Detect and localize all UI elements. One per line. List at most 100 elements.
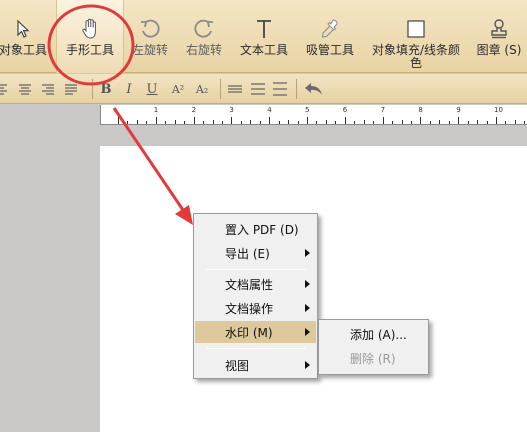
justify-icon xyxy=(65,84,77,95)
fill-color-button[interactable]: 对象填充/线条颜色 xyxy=(368,0,464,73)
watermark-submenu: 添加 (A)... 删除 (R) xyxy=(318,319,429,375)
line-spacing-medium-icon xyxy=(251,83,265,95)
ruler-tick xyxy=(344,117,346,124)
ruler-tick xyxy=(118,117,119,124)
ruler-tick xyxy=(325,120,327,124)
ruler-tick xyxy=(231,117,233,124)
ruler-tick xyxy=(448,121,450,124)
menu-item-document-properties[interactable]: 文档属性 xyxy=(195,273,316,295)
line-spacing-wide-icon xyxy=(273,82,287,96)
undo-button[interactable] xyxy=(303,80,325,98)
object-tool-button[interactable]: 对象工具 xyxy=(0,0,52,73)
bold-button[interactable]: B xyxy=(99,80,113,98)
eyedropper-icon xyxy=(319,18,341,40)
align-center-icon xyxy=(19,84,31,95)
ruler-tick xyxy=(259,121,261,124)
undo-arrow-icon xyxy=(305,83,322,95)
menu-item-delete-watermark: 删除 (R) xyxy=(350,351,396,366)
ruler-tick xyxy=(146,121,148,124)
ruler-tick xyxy=(155,117,157,124)
align-right-button[interactable] xyxy=(40,80,56,98)
ruler-tick xyxy=(467,121,469,124)
line-spacing-single-icon xyxy=(228,85,242,93)
ruler-tick xyxy=(184,121,186,124)
ruler-number: 5 xyxy=(305,106,310,114)
format-toolbar: B I U A² A₂ xyxy=(0,74,527,104)
ruler-tick xyxy=(193,117,195,124)
ruler-tick xyxy=(240,121,242,124)
subscript-button[interactable]: A₂ xyxy=(192,80,212,98)
italic-button[interactable]: I xyxy=(122,80,136,98)
ruler-tick xyxy=(335,121,337,124)
stamp-button[interactable]: 图章 (S) xyxy=(474,0,524,73)
justify-button[interactable] xyxy=(63,80,79,98)
main-toolbar: 对象工具 手形工具 左旋转 右旋转 文本工具 吸管工具 对象填充/线条颜色 图章… xyxy=(0,0,527,73)
ruler-tick xyxy=(354,121,356,124)
ruler-tick xyxy=(221,121,223,124)
menu-item-add-watermark[interactable]: 添加 (A)... xyxy=(320,323,427,345)
text-tool-icon xyxy=(253,18,275,40)
ruler-tick xyxy=(212,120,214,124)
submenu-arrow-icon xyxy=(305,249,310,257)
submenu-arrow-icon xyxy=(305,304,310,312)
ruler-number: 2 xyxy=(191,106,197,114)
ruler-tick xyxy=(410,121,412,124)
ruler-tick xyxy=(458,117,460,124)
context-menu: 置入 PDF (D) 导出 (E) 文档属性 文档操作 水印 (M) 视图 xyxy=(193,213,318,379)
line-spacing-medium-button[interactable] xyxy=(250,80,266,98)
ruler-tick xyxy=(203,121,205,124)
eyedropper-tool-button[interactable]: 吸管工具 xyxy=(302,0,358,73)
separator xyxy=(296,79,297,99)
ruler-tick xyxy=(401,120,403,124)
ruler-tick xyxy=(392,121,394,124)
menu-item-place-pdf[interactable]: 置入 PDF (D) xyxy=(195,218,316,240)
hand-tool-button[interactable]: 手形工具 xyxy=(56,0,124,73)
align-right-icon xyxy=(42,84,54,95)
submenu-arrow-icon xyxy=(305,280,310,288)
horizontal-ruler: 1 2 3 4 5 6 7 8 9 10 xyxy=(100,105,527,125)
rotate-left-icon xyxy=(139,18,161,40)
ruler-number: 8 xyxy=(418,106,423,114)
ruler-number: 4 xyxy=(267,106,272,114)
hand-icon xyxy=(79,18,101,40)
ruler-tick xyxy=(505,121,507,124)
separator xyxy=(220,79,221,99)
ruler-tick xyxy=(439,120,441,124)
ruler-tick xyxy=(382,117,384,124)
rotate-left-button[interactable]: 左旋转 xyxy=(126,0,174,73)
underline-button[interactable]: U xyxy=(145,80,159,98)
ruler-tick xyxy=(250,120,252,124)
menu-item-watermark[interactable]: 水印 (M) xyxy=(195,321,316,343)
ruler-number: 6 xyxy=(342,106,348,114)
ruler-tick xyxy=(269,117,271,124)
menu-item-view[interactable]: 视图 xyxy=(195,354,316,376)
rotate-right-button[interactable]: 右旋转 xyxy=(180,0,228,73)
ruler-tick xyxy=(165,121,167,124)
ruler-tick xyxy=(316,121,318,124)
text-tool-button[interactable]: 文本工具 xyxy=(236,0,292,73)
submenu-arrow-icon xyxy=(305,328,310,336)
align-left-button[interactable] xyxy=(0,80,10,98)
ruler-tick xyxy=(363,120,365,124)
line-spacing-single-button[interactable] xyxy=(227,80,243,98)
line-spacing-wide-button[interactable] xyxy=(272,80,288,98)
menu-item-document-operations[interactable]: 文档操作 xyxy=(195,297,316,319)
ruler-tick xyxy=(429,121,431,124)
menu-separator xyxy=(206,269,306,270)
align-center-button[interactable] xyxy=(17,80,33,98)
rotate-right-icon xyxy=(193,18,215,40)
ruler-number: 1 xyxy=(153,106,159,114)
ruler-tick xyxy=(136,120,138,124)
ruler-tick xyxy=(420,117,422,124)
menu-item-export[interactable]: 导出 (E) xyxy=(195,242,316,264)
fill-color-icon xyxy=(405,18,427,40)
submenu-arrow-icon xyxy=(305,361,310,369)
ruler-tick xyxy=(496,117,497,124)
superscript-button[interactable]: A² xyxy=(168,80,188,98)
ruler-tick xyxy=(297,121,299,124)
ruler-number: 7 xyxy=(380,106,386,114)
ruler-tick xyxy=(278,121,280,124)
ruler-tick xyxy=(288,120,290,124)
ruler-number: 3 xyxy=(229,106,234,114)
ruler-tick xyxy=(373,121,375,124)
